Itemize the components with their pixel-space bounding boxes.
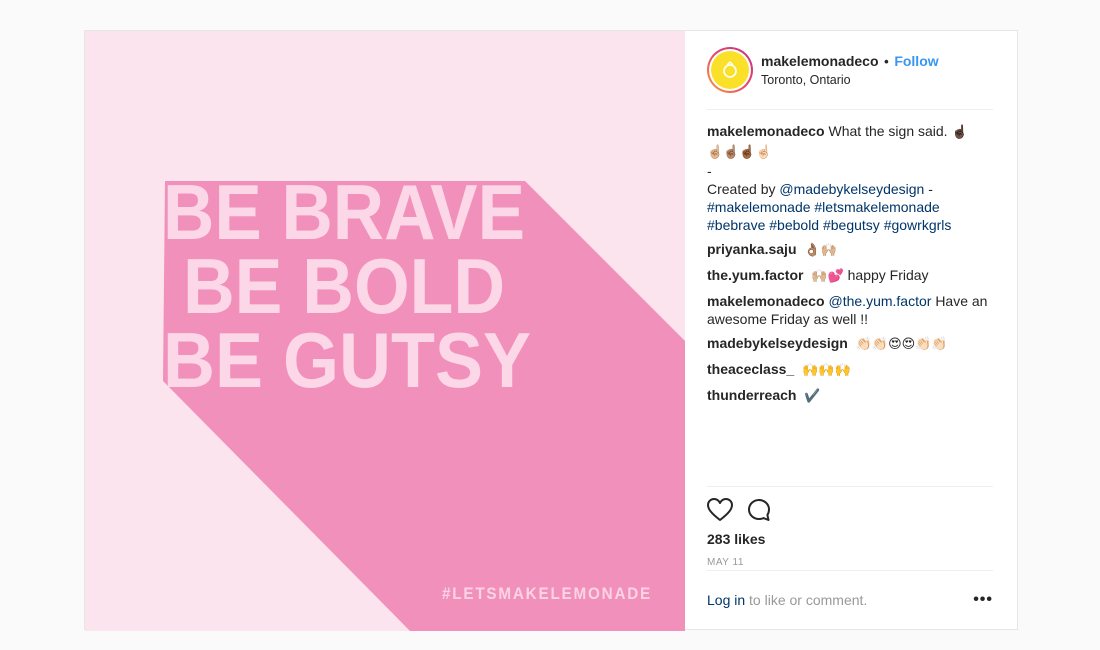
mention-link[interactable]: @madebykelseydesign (779, 181, 924, 197)
caption-username[interactable]: makelemonadeco (707, 123, 825, 139)
login-link[interactable]: Log in (707, 592, 745, 608)
comment: theaceclass_ 🙌🙌🙌 (707, 360, 993, 380)
comment-username[interactable]: thunderreach (707, 387, 796, 403)
headline-line-3: BE GUTSY (163, 316, 531, 404)
post-card: BE BRAVE BE BOLD BE GUTSY #LETSMAKELEMON… (84, 30, 1018, 631)
caption-text: What the sign said. (828, 123, 948, 139)
hashtag-links[interactable]: #makelemonade #letsmakelemonade (707, 199, 940, 215)
follow-button[interactable]: Follow (894, 53, 938, 69)
comments-list: makelemonadeco What the sign said. ☝🏿 ☝🏼☝… (707, 110, 993, 406)
comment-emoji: 🙌🏼💕 (811, 269, 844, 284)
caption-emoji: ☝🏿 (951, 125, 968, 140)
caption-dash-2: - (924, 181, 933, 197)
comment-bubble-icon[interactable] (747, 498, 771, 522)
post-sidebar: makelemonadeco • Follow Toronto, Ontario… (685, 31, 1017, 629)
comment: the.yum.factor 🙌🏼💕 happy Friday (707, 266, 993, 286)
comment-username[interactable]: theaceclass_ (707, 361, 794, 377)
caption-created-by: Created by (707, 181, 776, 197)
comment-text: ✔️ (804, 389, 821, 404)
like-count[interactable]: 283 likes (707, 531, 993, 547)
caption-dash: - (707, 163, 712, 179)
hashtag-overlay: #LETSMAKELEMONADE (442, 584, 652, 603)
post-location[interactable]: Toronto, Ontario (761, 71, 939, 89)
post-date[interactable]: MAY 11 (707, 557, 993, 568)
hashtag-links-2[interactable]: #bebrave #bebold #begutsy #gowrkgrls (707, 217, 951, 233)
login-prompt-text: to like or comment. (745, 592, 868, 608)
caption-emoji-row: ☝🏼☝🏽☝🏾☝🏻 (707, 145, 772, 160)
more-options-icon[interactable]: ••• (973, 591, 993, 609)
comment-text: 🙌🙌🙌 (802, 363, 851, 378)
post-image[interactable]: BE BRAVE BE BOLD BE GUTSY #LETSMAKELEMON… (85, 31, 685, 631)
post-actions: 283 likes MAY 11 (707, 486, 993, 568)
separator-dot: • (884, 53, 889, 69)
avatar[interactable] (707, 47, 753, 93)
comment: thunderreach ✔️ (707, 386, 993, 406)
comment-username[interactable]: the.yum.factor (707, 267, 803, 283)
comment: madebykelseydesign 👏🏻👏🏻😍😍👏🏻👏🏻 (707, 334, 993, 354)
heart-icon[interactable] (707, 498, 733, 522)
comment: makelemonadeco @the.yum.factor Have an aw… (707, 292, 993, 328)
comment-username[interactable]: makelemonadeco (707, 293, 825, 309)
comment-username[interactable]: priyanka.saju (707, 241, 797, 257)
post-author-username[interactable]: makelemonadeco (761, 53, 879, 69)
comment-text: 👌🏽🙌🏼 (804, 243, 837, 258)
lemon-logo-icon (723, 61, 737, 78)
comment-text: happy Friday (847, 267, 929, 283)
comment: priyanka.saju 👌🏽🙌🏼 (707, 240, 993, 260)
post-header: makelemonadeco • Follow Toronto, Ontario (707, 31, 993, 110)
comment-username[interactable]: madebykelseydesign (707, 335, 848, 351)
mention-link[interactable]: @the.yum.factor (829, 293, 932, 309)
comment-text: 👏🏻👏🏻😍😍👏🏻👏🏻 (855, 337, 948, 352)
post-graphic: BE BRAVE BE BOLD BE GUTSY #LETSMAKELEMON… (85, 31, 685, 631)
caption: makelemonadeco What the sign said. ☝🏿 ☝🏼☝… (707, 122, 993, 234)
login-bar: Log in to like or comment. ••• (707, 570, 993, 629)
